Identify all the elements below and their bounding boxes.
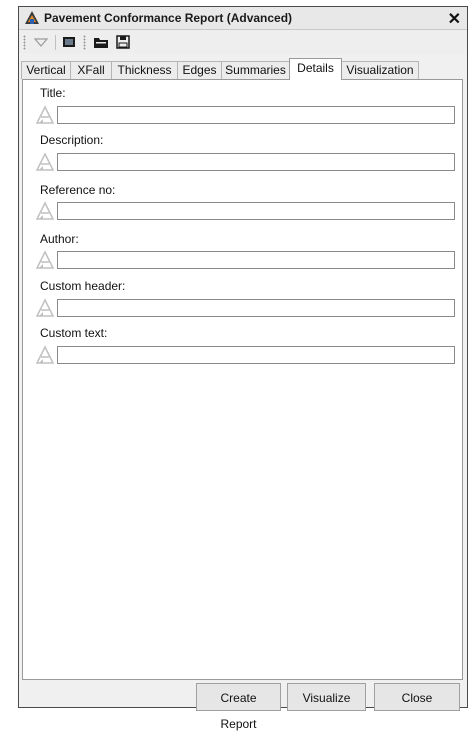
- text-style-icon[interactable]: [35, 201, 55, 221]
- toolbar-grip[interactable]: [23, 35, 26, 50]
- toolbar-grip-2[interactable]: [83, 35, 86, 50]
- tab-summaries[interactable]: Summaries: [221, 61, 290, 79]
- folder-open-icon[interactable]: [93, 34, 109, 50]
- close-window-icon[interactable]: ✕: [448, 9, 461, 29]
- reference-no-label: Reference no:: [40, 183, 116, 197]
- title-bar[interactable]: Pavement Conformance Report (Advanced) ✕: [19, 7, 467, 30]
- custom-header-label: Custom header:: [40, 279, 126, 293]
- tab-edges[interactable]: Edges: [177, 61, 222, 79]
- window-title: Pavement Conformance Report (Advanced): [44, 11, 293, 25]
- toolbar: [19, 30, 467, 54]
- custom-text-field[interactable]: [57, 346, 455, 364]
- text-style-icon[interactable]: [35, 105, 55, 125]
- app-logo-icon: [25, 11, 39, 24]
- title-field[interactable]: [57, 106, 455, 124]
- report-window: Pavement Conformance Report (Advanced) ✕…: [18, 6, 468, 731]
- description-field[interactable]: [57, 153, 455, 171]
- visualize-button[interactable]: Visualize: [287, 683, 366, 711]
- author-label: Author:: [40, 232, 79, 246]
- author-field[interactable]: [57, 251, 455, 269]
- tab-xfall[interactable]: XFall: [70, 61, 112, 79]
- toolbar-separator: [55, 35, 56, 50]
- close-button[interactable]: Close: [374, 683, 460, 711]
- screen-icon[interactable]: [61, 34, 77, 50]
- tab-details[interactable]: Details: [289, 58, 342, 80]
- dropdown-arrow-icon[interactable]: [33, 34, 49, 50]
- details-panel: Title: Description: Reference no: Author…: [22, 79, 463, 680]
- text-style-icon[interactable]: [35, 345, 55, 365]
- text-style-icon[interactable]: [35, 152, 55, 172]
- save-icon[interactable]: [115, 34, 131, 50]
- title-label: Title:: [40, 86, 66, 100]
- text-style-icon[interactable]: [35, 250, 55, 270]
- create-report-button[interactable]: Create Report: [196, 683, 281, 731]
- text-style-icon[interactable]: [35, 298, 55, 318]
- tab-visualization[interactable]: Visualization: [341, 61, 419, 79]
- reference-no-field[interactable]: [57, 202, 455, 220]
- description-label: Description:: [40, 133, 104, 147]
- custom-text-label: Custom text:: [40, 326, 108, 340]
- tab-vertical[interactable]: Vertical: [21, 61, 71, 79]
- custom-header-field[interactable]: [57, 299, 455, 317]
- tab-thickness[interactable]: Thickness: [111, 61, 178, 79]
- tab-strip: Vertical XFall Thickness Edges Summaries…: [19, 57, 467, 80]
